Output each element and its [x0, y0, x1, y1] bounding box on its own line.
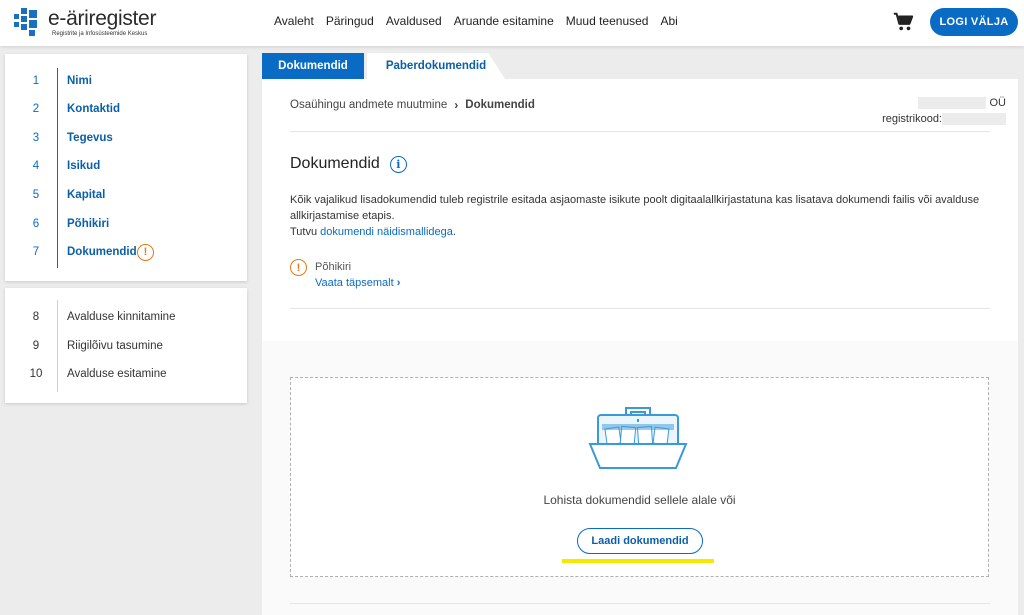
final-steps-panel: 8 Avalduse kinnitamine 9 Riigilõivu tasu…	[5, 288, 247, 403]
step-number: 2	[32, 103, 40, 115]
logo[interactable]: e-äriregister Registrite ja Infosüsteemi…	[10, 5, 156, 41]
breadcrumb: Osaühingu andmete muutmine › Dokumendid	[290, 98, 535, 112]
step-pohikiri[interactable]: 6 Põhikiri	[5, 214, 247, 234]
section-title: Dokumendid i	[290, 155, 407, 173]
step-label: Nimi	[67, 75, 92, 87]
missing-document-warning: ! Põhikiri Vaata täpsemalt ›	[290, 259, 400, 291]
step-label: Tegevus	[67, 132, 113, 144]
document-dropzone[interactable]: Lohista dokumendid sellele alale või Laa…	[290, 377, 989, 577]
step-label: Kapital	[67, 189, 106, 201]
highlight-underline	[562, 559, 714, 563]
logo-mark-icon	[10, 6, 46, 40]
warning-icon: !	[290, 259, 307, 276]
step-avalduse-esitamine: 10 Avalduse esitamine	[5, 364, 247, 384]
nav-aruande-esitamine[interactable]: Aruande esitamine	[454, 14, 554, 28]
logo-title: e-äriregister	[48, 7, 157, 30]
main-panel: Osaühingu andmete muutmine › Dokumendid …	[262, 79, 1018, 615]
nav-avaldused[interactable]: Avaldused	[386, 14, 442, 28]
step-isikud[interactable]: 4 Isikud	[5, 156, 247, 176]
logo-subtitle: Registrite ja Infosüsteemide Keskus	[52, 31, 148, 37]
reg-code-label: registrikood:	[882, 113, 942, 125]
nav-muud-teenused[interactable]: Muud teenused	[566, 14, 649, 28]
dropzone-text: Lohista dokumendid sellele alale või	[543, 493, 736, 507]
step-kapital[interactable]: 5 Kapital	[5, 185, 247, 205]
nav-abi[interactable]: Abi	[660, 14, 677, 28]
steps-panel: 1 Nimi 2 Kontaktid 3 Tegevus 4 Isikud 5 …	[5, 54, 247, 281]
tab-paberdokumendid[interactable]: Paberdokumendid	[367, 53, 505, 79]
step-nimi[interactable]: 1 Nimi	[5, 71, 247, 91]
templates-link[interactable]: dokumendi näidismallidega	[320, 226, 453, 238]
document-basket-icon	[588, 407, 688, 469]
step-label: Dokumendid	[67, 246, 137, 258]
upload-documents-button[interactable]: Laadi dokumendid	[577, 528, 703, 554]
step-number: 8	[32, 311, 40, 323]
view-details-link[interactable]: Vaata täpsemalt ›	[315, 275, 400, 291]
step-number: 10	[29, 368, 43, 380]
step-kontaktid[interactable]: 2 Kontaktid	[5, 99, 247, 119]
company-info: OÜ registrikood:	[882, 95, 1006, 127]
section-description: Kõik vajalikud lisadokumendid tuleb regi…	[290, 192, 990, 240]
step-number: 5	[32, 189, 40, 201]
step-label: Avalduse esitamine	[67, 368, 167, 380]
info-icon[interactable]: i	[389, 155, 407, 173]
step-riigiloivu-tasumine: 9 Riigilõivu tasumine	[5, 336, 247, 356]
divider	[290, 603, 990, 604]
step-number: 3	[32, 132, 40, 144]
step-label: Kontaktid	[67, 103, 121, 115]
breadcrumb-parent[interactable]: Osaühingu andmete muutmine	[290, 99, 447, 111]
divider	[290, 131, 990, 132]
chevron-right-icon: ›	[396, 277, 401, 289]
company-suffix: OÜ	[989, 97, 1007, 109]
shopping-cart-icon[interactable]	[892, 11, 914, 33]
step-label: Isikud	[67, 160, 101, 172]
section-title-text: Dokumendid	[290, 155, 380, 172]
nav-paringud[interactable]: Päringud	[326, 14, 374, 28]
top-header: e-äriregister Registrite ja Infosüsteemi…	[0, 0, 1024, 46]
redacted-company-name	[918, 97, 987, 110]
description-text: Kõik vajalikud lisadokumendid tuleb regi…	[290, 194, 980, 222]
nav-avaleht[interactable]: Avaleht	[274, 14, 314, 28]
chevron-right-icon: ›	[454, 98, 459, 112]
step-number: 7	[32, 246, 40, 258]
redacted-reg-code	[942, 113, 1006, 126]
step-number: 6	[32, 218, 40, 230]
step-number: 9	[32, 340, 40, 352]
tab-dokumendid[interactable]: Dokumendid	[262, 53, 364, 79]
step-dokumendid[interactable]: 7 Dokumendid !	[5, 242, 247, 262]
templates-suffix: .	[452, 226, 456, 238]
templates-prefix: Tutvu	[290, 226, 321, 238]
step-label: Avalduse kinnitamine	[67, 311, 176, 323]
breadcrumb-current: Dokumendid	[465, 99, 535, 111]
step-tegevus[interactable]: 3 Tegevus	[5, 128, 247, 148]
step-label: Põhikiri	[67, 218, 110, 230]
step-label: Riigilõivu tasumine	[67, 340, 163, 352]
divider	[290, 308, 990, 309]
step-avalduse-kinnitamine: 8 Avalduse kinnitamine	[5, 307, 247, 327]
main-nav: Avaleht Päringud Avaldused Aruande esita…	[274, 14, 678, 28]
missing-document-name: Põhikiri	[315, 261, 352, 273]
logout-button[interactable]: LOGI VÄLJA	[930, 8, 1018, 36]
step-number: 4	[32, 160, 40, 172]
warning-icon: !	[137, 243, 154, 261]
step-number: 1	[32, 75, 40, 87]
